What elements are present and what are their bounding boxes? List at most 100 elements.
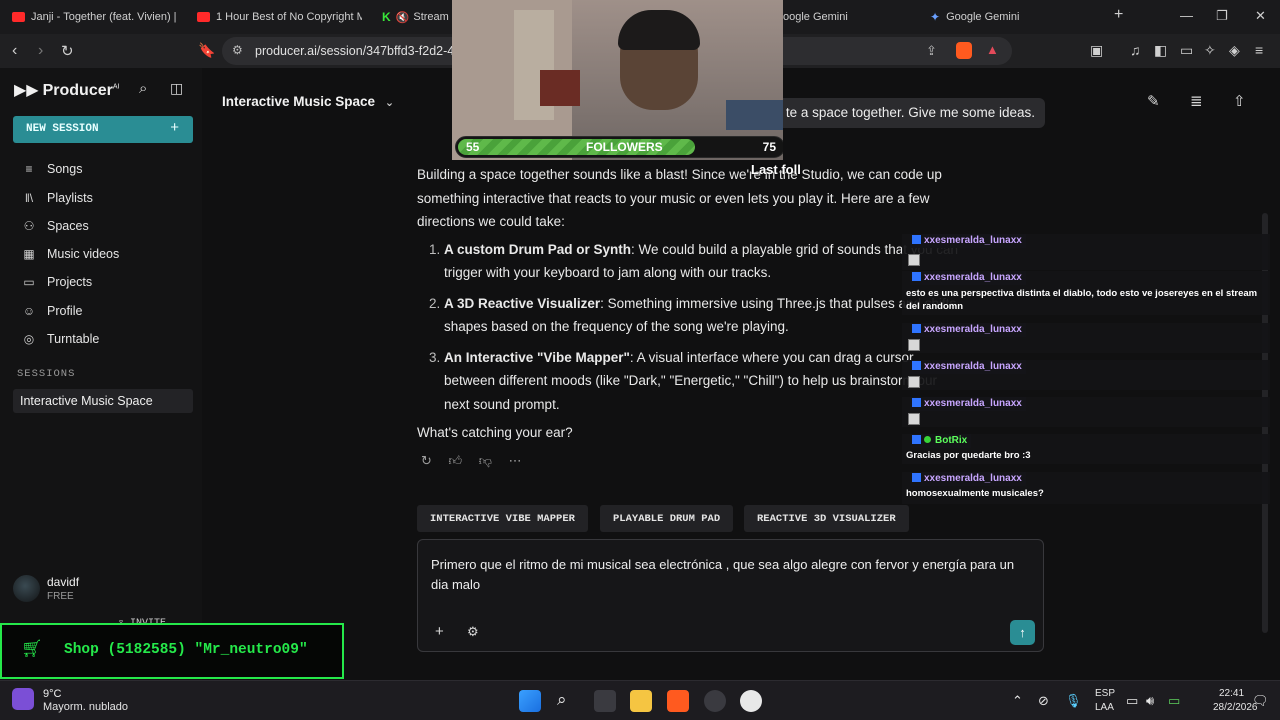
chat-message: BotRix Gracias por quedarte bro :3 — [902, 434, 1270, 464]
vpn-icon[interactable]: ◈ — [1229, 42, 1240, 59]
followers-label: FOLLOWERS — [586, 140, 663, 154]
bookmark-icon[interactable]: 🔖 — [198, 42, 215, 59]
brave-rewards-icon[interactable]: ▲ — [986, 42, 999, 57]
bot-badge-icon — [924, 436, 931, 443]
weather-icon[interactable] — [12, 688, 34, 710]
music-queue-icon[interactable]: ♫ — [1130, 42, 1141, 58]
weather-temp: 9°C — [43, 688, 62, 700]
assistant-reply: Building a space together sounds like a … — [417, 163, 962, 445]
tab-janji-together[interactable]: Janji - Together (feat. Vivien) | H — [12, 0, 177, 34]
cart-icon: 🛒︎ — [21, 639, 43, 658]
user-message-bubble: te a space together. Give me some ideas. — [740, 98, 1045, 128]
suggestion-chip-vibe-mapper[interactable]: INTERACTIVE VIBE MAPPER — [417, 505, 588, 532]
battery-icon[interactable]: ▭ — [1168, 693, 1180, 709]
followers-goal: 75 — [762, 140, 776, 154]
avatar[interactable] — [13, 575, 40, 602]
clock-date[interactable]: 28/2/2026 — [1213, 702, 1258, 713]
settings-sliders-icon[interactable]: ⚙ — [467, 624, 479, 640]
chat-text: Gracias por quedarte bro :3 — [906, 450, 1031, 461]
producer-logo[interactable]: ▶▶ ProducerAI — [14, 80, 119, 100]
space-title-dropdown[interactable]: Interactive Music Space ⌄ — [222, 94, 394, 109]
list-item: A 3D Reactive Visualizer: Something imme… — [444, 292, 962, 339]
clock-time[interactable]: 22:41 — [1219, 688, 1244, 699]
playlist-icon[interactable]: ≣ — [1190, 92, 1203, 110]
tab-stream[interactable]: K 🔇 Stream - — [382, 0, 452, 34]
sidebar-item-turntable[interactable]: ◎ Turntable — [20, 329, 100, 349]
sidebar-toggle-icon[interactable]: ◧ — [1154, 42, 1167, 59]
tab-google-gemini-1[interactable]: oogle Gemini — [783, 0, 903, 34]
sidebar-item-projects[interactable]: ▭ Projects — [20, 272, 92, 292]
emote-icon — [908, 254, 920, 266]
session-item[interactable]: Interactive Music Space — [13, 389, 193, 413]
maximize-button[interactable]: ❐ — [1216, 8, 1228, 24]
file-explorer-icon[interactable] — [630, 690, 652, 712]
collapse-sidebar-icon[interactable]: ◫ — [170, 80, 183, 97]
suggestion-chip-drum-pad[interactable]: PLAYABLE DRUM PAD — [600, 505, 734, 532]
sidebar-item-music-videos[interactable]: ▦ Music videos — [20, 244, 119, 264]
add-attachment-icon[interactable]: + — [435, 623, 444, 640]
new-tab-button[interactable]: + — [1114, 6, 1123, 24]
webcam-overlay: 55 FOLLOWERS 75 — [452, 0, 783, 160]
more-options-icon[interactable]: ⋯ — [509, 453, 522, 468]
notifications-icon[interactable]: 🗨︎ — [1252, 693, 1269, 709]
user-plan: FREE — [47, 591, 74, 602]
media-player-icon[interactable] — [740, 690, 762, 712]
tab-label: Stream - — [413, 11, 452, 23]
reload-icon[interactable]: ↻ — [61, 42, 74, 60]
wallet-icon[interactable]: ▭ — [1180, 42, 1193, 59]
microphone-icon[interactable]: 🎙︎ — [1065, 693, 1082, 709]
sidebar-item-playlists[interactable]: ‖\ Playlists — [20, 188, 93, 208]
brave-browser-icon[interactable] — [667, 690, 689, 712]
kick-badge-icon — [912, 435, 921, 444]
share-icon[interactable]: ⇪ — [926, 43, 937, 59]
kick-badge-icon — [912, 272, 921, 281]
composer-input[interactable]: Primero que el ritmo de mi musical sea e… — [431, 555, 1031, 595]
minimize-button[interactable]: — — [1180, 8, 1193, 23]
thumbs-up-icon[interactable]: 👍︎ — [449, 453, 463, 468]
shop-banner: 🛒︎ Shop (5182585) "Mr_neutro09" — [0, 623, 344, 679]
edit-icon[interactable]: ✎ — [1147, 92, 1160, 110]
sidebar-item-songs[interactable]: ≡ Songs — [20, 159, 82, 179]
plus-icon: + — [170, 119, 179, 136]
chat-username: xxesmeralda_lunaxx — [910, 472, 1026, 486]
leo-ai-icon[interactable]: ✧ — [1204, 42, 1216, 59]
spaces-icon: ⚇ — [23, 219, 35, 233]
brave-shields-icon[interactable] — [956, 42, 972, 59]
site-settings-icon[interactable]: ⚙ — [232, 43, 243, 57]
obs-icon[interactable] — [704, 690, 726, 712]
message-composer[interactable]: Primero que el ritmo de mi musical sea e… — [417, 539, 1044, 652]
kick-badge-icon — [912, 324, 921, 333]
reply-outro: What's catching your ear? — [417, 425, 573, 440]
volume-icon[interactable]: 🔊︎ — [1146, 693, 1154, 709]
chat-message: xxesmeralda_lunaxx — [902, 360, 1270, 390]
thumbs-down-icon[interactable]: 👎︎ — [479, 453, 492, 468]
keyboard-language[interactable]: ESP — [1095, 688, 1115, 699]
forward-arrow-icon[interactable]: › — [38, 42, 43, 60]
tab-google-gemini-2[interactable]: ✦ Google Gemini — [930, 0, 1095, 34]
regenerate-icon[interactable]: ↻ — [421, 453, 432, 468]
chevron-up-icon[interactable]: ⌃ — [1012, 693, 1023, 709]
back-arrow-icon[interactable]: ‹ — [12, 42, 17, 60]
send-button[interactable]: ↑ — [1010, 620, 1035, 645]
tab-best-of-no-copyright[interactable]: 1 Hour Best of No Copyright M — [197, 0, 362, 34]
kick-badge-icon — [912, 473, 921, 482]
search-icon[interactable]: ⌕ — [139, 80, 147, 97]
suggestion-chip-3d-visualizer[interactable]: REACTIVE 3D VISUALIZER — [744, 505, 909, 532]
screenshot-icon[interactable]: ▣ — [1090, 42, 1103, 59]
windows-start-icon[interactable] — [519, 690, 541, 712]
menu-icon[interactable]: ≡ — [1255, 42, 1263, 58]
display-icon[interactable]: ▭ — [1126, 693, 1138, 709]
task-view-icon[interactable] — [594, 690, 616, 712]
profile-icon: ☺ — [22, 304, 36, 318]
sidebar-item-spaces[interactable]: ⚇ Spaces — [20, 216, 89, 236]
share-icon[interactable]: ⇧ — [1233, 92, 1246, 110]
new-session-button[interactable]: NEW SESSION + — [13, 116, 193, 143]
close-window-button[interactable]: ✕ — [1255, 8, 1266, 24]
emote-icon — [908, 376, 920, 388]
last-follower-label: Last foll — [751, 162, 801, 177]
keyboard-layout[interactable]: LAA — [1095, 702, 1114, 713]
sidebar-item-profile[interactable]: ☺ Profile — [20, 301, 83, 321]
search-icon[interactable]: ⌕ — [557, 690, 567, 710]
network-off-icon[interactable]: ⊘ — [1038, 693, 1049, 709]
chat-username: BotRix — [910, 434, 972, 448]
